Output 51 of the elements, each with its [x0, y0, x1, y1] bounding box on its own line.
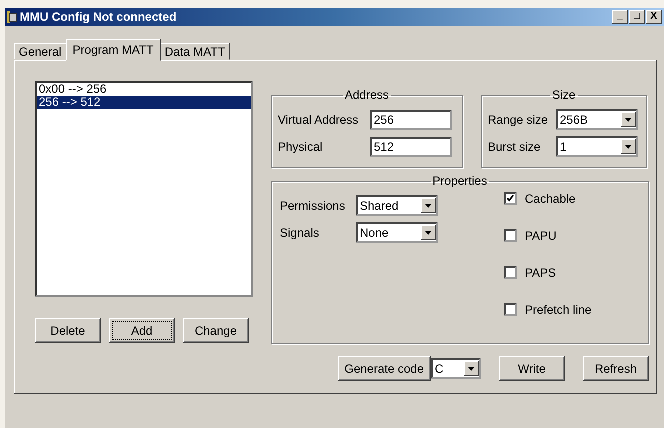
dropdown-button[interactable] [621, 139, 636, 154]
caret-icon [625, 118, 632, 122]
input-field[interactable]: 512 [370, 136, 452, 156]
field-label: Physical [278, 140, 324, 154]
list-item[interactable]: 0x00 --> 256 [37, 83, 251, 96]
dropdown[interactable]: None [356, 222, 438, 243]
checkbox-label: Prefetch line [525, 302, 592, 316]
group-title: Size [551, 88, 577, 102]
dropdown-button[interactable] [621, 112, 636, 127]
field-label: Range size [488, 112, 550, 126]
action-button[interactable]: Change [183, 318, 249, 343]
window-control[interactable]: □ [629, 10, 645, 24]
checkbox-label: PAPS [525, 266, 556, 280]
checkbox[interactable] [504, 303, 517, 316]
dropdown[interactable]: 1 [556, 136, 638, 157]
app-icon [7, 11, 17, 23]
dropdown-button[interactable] [464, 361, 479, 376]
checkbox[interactable] [504, 266, 517, 279]
action-button[interactable]: Write [499, 356, 565, 381]
group-title: Properties [432, 174, 488, 188]
generate-button[interactable]: Generate code [338, 356, 431, 381]
checkbox-label: Cachable [525, 192, 576, 206]
input-field[interactable]: 256 [370, 110, 452, 130]
tab[interactable]: General [14, 43, 67, 60]
dropdown[interactable]: 256B [556, 109, 638, 130]
field-label: Signals [280, 226, 320, 240]
action-button[interactable]: Add [109, 318, 175, 343]
dropdown[interactable]: Shared [356, 195, 438, 216]
window-control[interactable]: X [646, 10, 662, 24]
caret-icon [625, 144, 632, 148]
caret-icon [425, 230, 432, 234]
field-label: Burst size [488, 140, 542, 154]
group-title: Address [344, 88, 390, 102]
language-dropdown[interactable]: C [431, 358, 481, 379]
window-control[interactable]: _ [612, 10, 628, 24]
checkbox[interactable] [504, 192, 517, 205]
dropdown-button[interactable] [421, 198, 436, 213]
checkbox[interactable] [504, 229, 517, 242]
dropdown-button[interactable] [421, 225, 436, 240]
tab[interactable]: Data MATT [160, 43, 230, 60]
caret-icon [425, 204, 432, 208]
list-item[interactable]: 256 --> 512 [37, 96, 251, 109]
action-button[interactable]: Delete [35, 318, 101, 343]
caret-icon [468, 366, 475, 370]
check-icon [507, 195, 514, 202]
field-label: Permissions [280, 198, 346, 212]
window-title: MMU Config Not connected [20, 10, 178, 24]
action-button[interactable]: Refresh [583, 356, 649, 381]
checkbox-label: PAPU [525, 228, 557, 242]
tab[interactable]: Program MATT [66, 39, 161, 61]
field-label: Virtual Address [278, 112, 360, 126]
